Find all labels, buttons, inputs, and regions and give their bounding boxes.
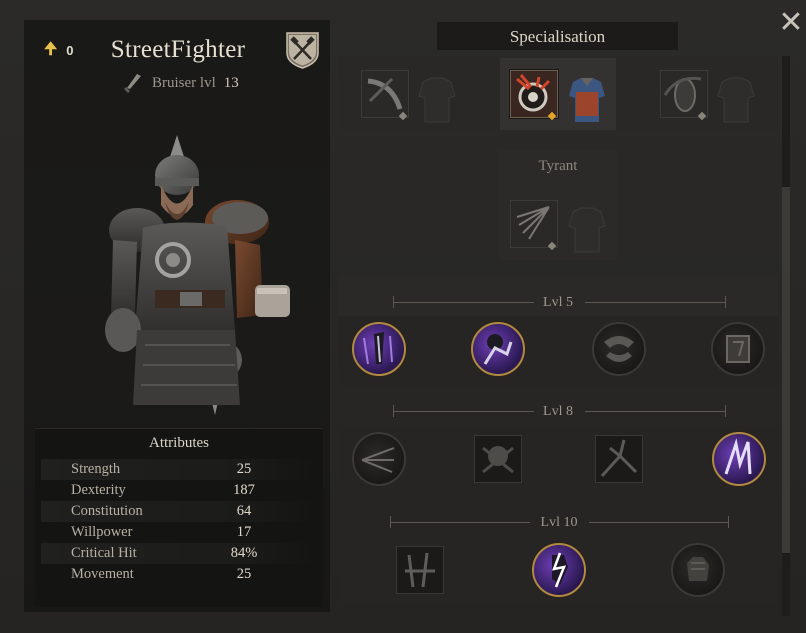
- attribute-row-strength: Strength 25: [41, 459, 317, 480]
- attribute-value: 25: [236, 461, 252, 477]
- armor-silhouette-icon: [418, 77, 456, 123]
- class-info: Bruiser lvl 13: [122, 72, 239, 94]
- tyrant-spec-slot[interactable]: [510, 200, 558, 248]
- armor-silhouette-icon: [717, 77, 755, 123]
- tier-label-lvl8: Lvl 8: [543, 404, 573, 419]
- attribute-row-dexterity: Dexterity 187: [41, 480, 317, 501]
- skill-tome[interactable]: [711, 322, 765, 376]
- attribute-value: 25: [236, 566, 252, 582]
- gauntlet-icon: [687, 557, 709, 581]
- attribute-name: Constitution: [71, 503, 143, 519]
- skill-skull-bones[interactable]: [474, 435, 522, 483]
- spec-option-impact[interactable]: [510, 70, 558, 118]
- skull-bones-icon: [482, 446, 514, 474]
- shatter-icon: [600, 439, 638, 478]
- attribute-name: Critical Hit: [71, 545, 137, 561]
- attributes-title: Attributes: [149, 435, 209, 451]
- tier-label-lvl10: Lvl 10: [540, 515, 578, 530]
- attribute-name: Willpower: [71, 524, 133, 540]
- arrow-split-icon: [361, 447, 395, 473]
- twin-blades-icon: [405, 552, 435, 588]
- attribute-row-movement: Movement 25: [41, 564, 317, 585]
- specialisation-title: Specialisation: [509, 27, 606, 46]
- claw-marks-icon: [724, 438, 752, 475]
- tier-label-lvl5: Lvl 5: [543, 295, 573, 310]
- character-window: 🠉 0 StreetFighter Bruiser lvl 13 Attribu…: [0, 0, 806, 633]
- attribute-row-critical-hit: Critical Hit 84%: [41, 543, 317, 564]
- skill-shadow-fist[interactable]: [471, 322, 525, 376]
- dagger-class-icon: [124, 74, 141, 93]
- scythe-slash-icon: [362, 71, 408, 117]
- character-level: 13: [223, 74, 239, 91]
- spec-option-scythe[interactable]: [361, 70, 409, 118]
- claw-sweep-icon: [511, 201, 557, 247]
- skill-beast-jaw[interactable]: [592, 322, 646, 376]
- class-name: Bruiser lvl: [152, 74, 216, 91]
- attribute-name: Dexterity: [71, 482, 126, 498]
- lightning-hand-icon: [552, 552, 568, 588]
- skill-claw-marks[interactable]: [712, 432, 766, 486]
- scrollbar-thumb[interactable]: [782, 187, 790, 553]
- skill-gauntlet[interactable]: [671, 543, 725, 597]
- attribute-row-constitution: Constitution 64: [41, 501, 317, 522]
- attribute-value: 64: [236, 503, 252, 519]
- attribute-value: 17: [236, 524, 252, 540]
- beast-jaw-icon: [604, 336, 634, 362]
- attribute-value: 187: [233, 482, 255, 498]
- tome-icon: [726, 335, 750, 363]
- attribute-value: 84%: [230, 545, 258, 561]
- skill-twin-blades[interactable]: [396, 546, 444, 594]
- attribute-name: Strength: [71, 461, 121, 477]
- attribute-name: Movement: [71, 566, 134, 582]
- attribute-row-willpower: Willpower 17: [41, 522, 317, 543]
- spec-option-shield-spin[interactable]: [660, 70, 708, 118]
- skill-lightning-hand[interactable]: [532, 543, 586, 597]
- dagger-strike-icon: [363, 332, 393, 365]
- tyrant-label: Tyrant: [538, 158, 578, 174]
- skill-arrow-split[interactable]: [352, 432, 406, 486]
- shadow-fist-icon: [483, 334, 513, 365]
- armor-red-icon: [569, 78, 605, 122]
- attributes-panel: Attributes Strength 25 Dexterity 187 Con…: [35, 428, 323, 607]
- skill-dagger-strike[interactable]: [352, 322, 406, 376]
- character-model: [105, 135, 290, 415]
- shield-spin-icon: [661, 71, 707, 117]
- skill-shatter[interactable]: [595, 435, 643, 483]
- crossed-hammers-crest-icon[interactable]: [285, 31, 320, 69]
- close-icon[interactable]: ✕: [778, 8, 804, 38]
- armor-silhouette-icon: [568, 207, 606, 253]
- red-impact-icon: [511, 71, 557, 117]
